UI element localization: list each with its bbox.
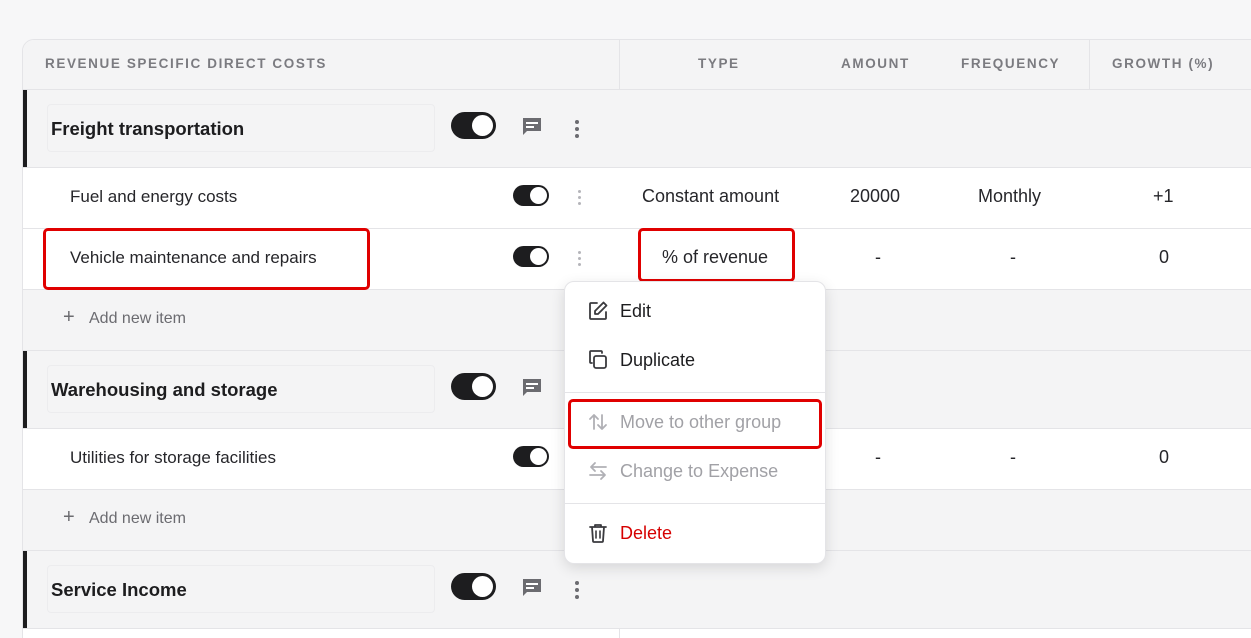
col-header-growth: GROWTH (%) [1112, 56, 1215, 71]
toggle-knob [530, 187, 547, 204]
comment-icon[interactable] [521, 578, 543, 598]
plus-icon: + [63, 506, 75, 528]
item-toggle[interactable] [513, 446, 549, 467]
comment-icon[interactable] [521, 117, 543, 137]
group-toggle[interactable] [451, 373, 496, 400]
col-header-frequency: FREQUENCY [961, 56, 1061, 71]
highlight-box [43, 228, 370, 290]
group-accent [23, 351, 27, 428]
menu-label: Delete [620, 523, 673, 543]
col-header-amount: AMOUNT [841, 56, 910, 71]
cell-type[interactable]: Constant amount [642, 186, 779, 207]
cell-growth[interactable]: 0 [1159, 447, 1169, 468]
section-title: REVENUE SPECIFIC DIRECT COSTS [45, 56, 327, 71]
cell-amount[interactable]: - [875, 447, 881, 468]
item-toggle[interactable] [513, 185, 549, 206]
group-name[interactable]: Freight transportation [47, 104, 435, 152]
group-name[interactable]: Service Income [47, 565, 435, 613]
more-vertical-icon[interactable] [575, 581, 579, 602]
duplicate-icon [589, 350, 607, 369]
group-accent [23, 551, 27, 628]
toggle-knob [472, 115, 493, 136]
menu-divider [565, 392, 825, 393]
header-divider [1089, 40, 1090, 90]
toggle-knob [530, 248, 547, 265]
toggle-knob [530, 448, 547, 465]
menu-item-edit[interactable]: Edit [565, 290, 825, 334]
more-vertical-icon[interactable] [578, 190, 582, 208]
menu-item-duplicate[interactable]: Duplicate [565, 339, 825, 383]
item-name[interactable]: Fuel and energy costs [70, 187, 237, 207]
group-row: Freight transportation [23, 90, 1251, 168]
menu-item-delete[interactable]: Delete [565, 512, 825, 556]
cell-frequency[interactable]: - [1010, 247, 1016, 268]
menu-item-change-to-expense[interactable]: Change to Expense [565, 450, 825, 494]
menu-label: Edit [620, 301, 652, 321]
cell-frequency[interactable]: - [1010, 447, 1016, 468]
add-item-label[interactable]: Add new item [89, 310, 186, 328]
header-divider [619, 40, 620, 90]
group-toggle[interactable] [451, 112, 496, 139]
table-header: REVENUE SPECIFIC DIRECT COSTS TYPE AMOUN… [23, 40, 1251, 90]
cell-growth[interactable]: 0 [1159, 247, 1169, 268]
toggle-knob [472, 576, 493, 597]
cell-growth[interactable]: +1 [1153, 186, 1174, 207]
comment-icon[interactable] [521, 378, 543, 398]
menu-label: Change to Expense [620, 461, 779, 481]
group-name[interactable]: Warehousing and storage [47, 365, 435, 413]
highlight-box [568, 399, 822, 449]
menu-divider [565, 503, 825, 504]
table-row: Fuel and energy costs Constant amount 20… [23, 168, 1251, 229]
more-vertical-icon[interactable] [575, 120, 579, 141]
swap-icon [589, 462, 607, 480]
plus-icon: + [63, 306, 75, 328]
edit-icon [589, 301, 608, 320]
cell-frequency[interactable]: Monthly [978, 186, 1041, 207]
col-header-type: TYPE [698, 56, 740, 71]
cell-amount[interactable]: - [875, 247, 881, 268]
menu-label: Duplicate [620, 350, 696, 370]
item-toggle[interactable] [513, 246, 549, 267]
group-toggle[interactable] [451, 573, 496, 600]
item-name[interactable]: Utilities for storage facilities [70, 448, 276, 468]
highlight-box [638, 228, 795, 282]
more-vertical-icon[interactable] [578, 251, 582, 269]
trash-icon [589, 524, 607, 543]
toggle-knob [472, 376, 493, 397]
cell-amount[interactable]: 20000 [850, 186, 900, 207]
group-accent [23, 90, 27, 167]
add-item-label[interactable]: Add new item [89, 510, 186, 528]
